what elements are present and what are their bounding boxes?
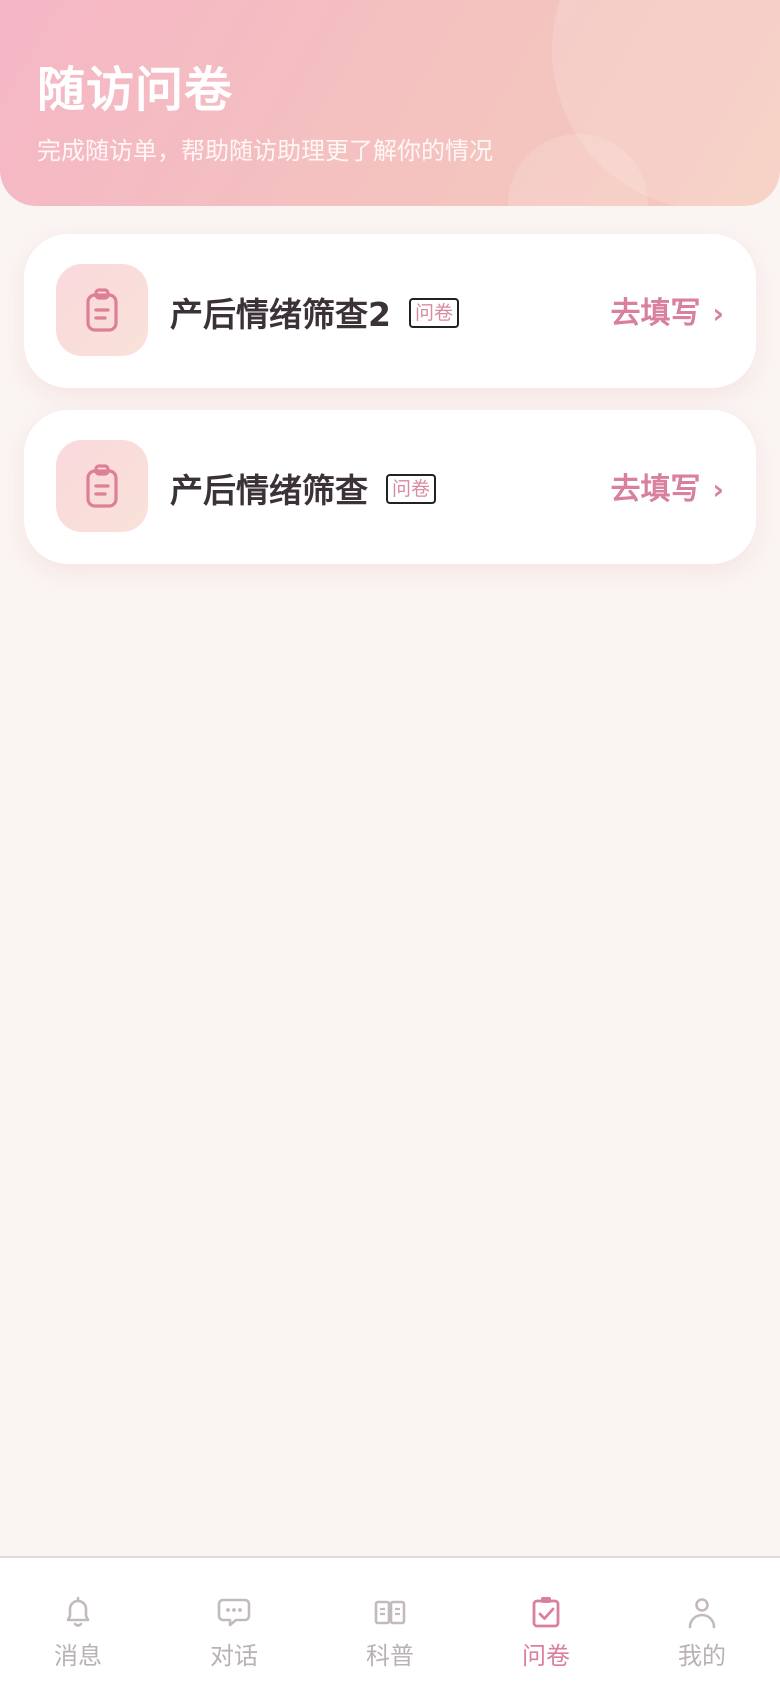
tab-chat[interactable]: 对话 [156, 1558, 312, 1688]
book-icon [374, 1600, 406, 1625]
clipboard-check-icon [532, 1597, 560, 1628]
header-banner: 随访问卷 完成随访单，帮助随访助理更了解你的情况 [0, 0, 780, 206]
chat-bubble-icon [217, 1598, 251, 1627]
questionnaire-card[interactable]: 产后情绪筛查2 问卷 去填写 › [24, 234, 756, 388]
questionnaire-page: 随访问卷 完成随访单，帮助随访助理更了解你的情况 产后情绪筛查2 问卷 去填写 › [0, 0, 780, 1688]
tab-messages[interactable]: 消息 [0, 1558, 156, 1688]
fill-out-label: 去填写 [610, 472, 701, 507]
chevron-right-icon: › [712, 297, 724, 330]
clipboard-icon [56, 440, 148, 532]
page-title: 随访问卷 [37, 62, 234, 118]
user-icon [688, 1598, 716, 1629]
tab-label: 问卷 [522, 1642, 570, 1670]
tab-label: 消息 [54, 1642, 102, 1670]
questionnaire-badge: 问卷 [408, 297, 459, 328]
tab-profile[interactable]: 我的 [624, 1558, 780, 1688]
chevron-right-icon: › [712, 473, 724, 506]
tab-questionnaire[interactable]: 问卷 [468, 1558, 624, 1688]
questionnaire-title: 产后情绪筛查 [170, 471, 368, 510]
bell-icon [66, 1596, 90, 1627]
page-subtitle: 完成随访单，帮助随访助理更了解你的情况 [37, 137, 493, 165]
tab-science[interactable]: 科普 [312, 1558, 468, 1688]
questionnaire-title: 产后情绪筛查2 [170, 295, 391, 334]
questionnaire-card[interactable]: 产后情绪筛查 问卷 去填写 › [24, 410, 756, 564]
clipboard-icon [56, 264, 148, 356]
fill-out-button[interactable]: 去填写 › [610, 288, 724, 332]
fill-out-button[interactable]: 去填写 › [610, 464, 724, 508]
tab-label: 科普 [366, 1642, 414, 1670]
fill-out-label: 去填写 [610, 296, 701, 331]
tab-label: 我的 [678, 1642, 726, 1670]
tab-label: 对话 [210, 1642, 258, 1670]
questionnaire-badge: 问卷 [386, 473, 437, 504]
bottom-tab-bar: 消息 对话 科普 问卷 我的 [0, 1556, 780, 1688]
